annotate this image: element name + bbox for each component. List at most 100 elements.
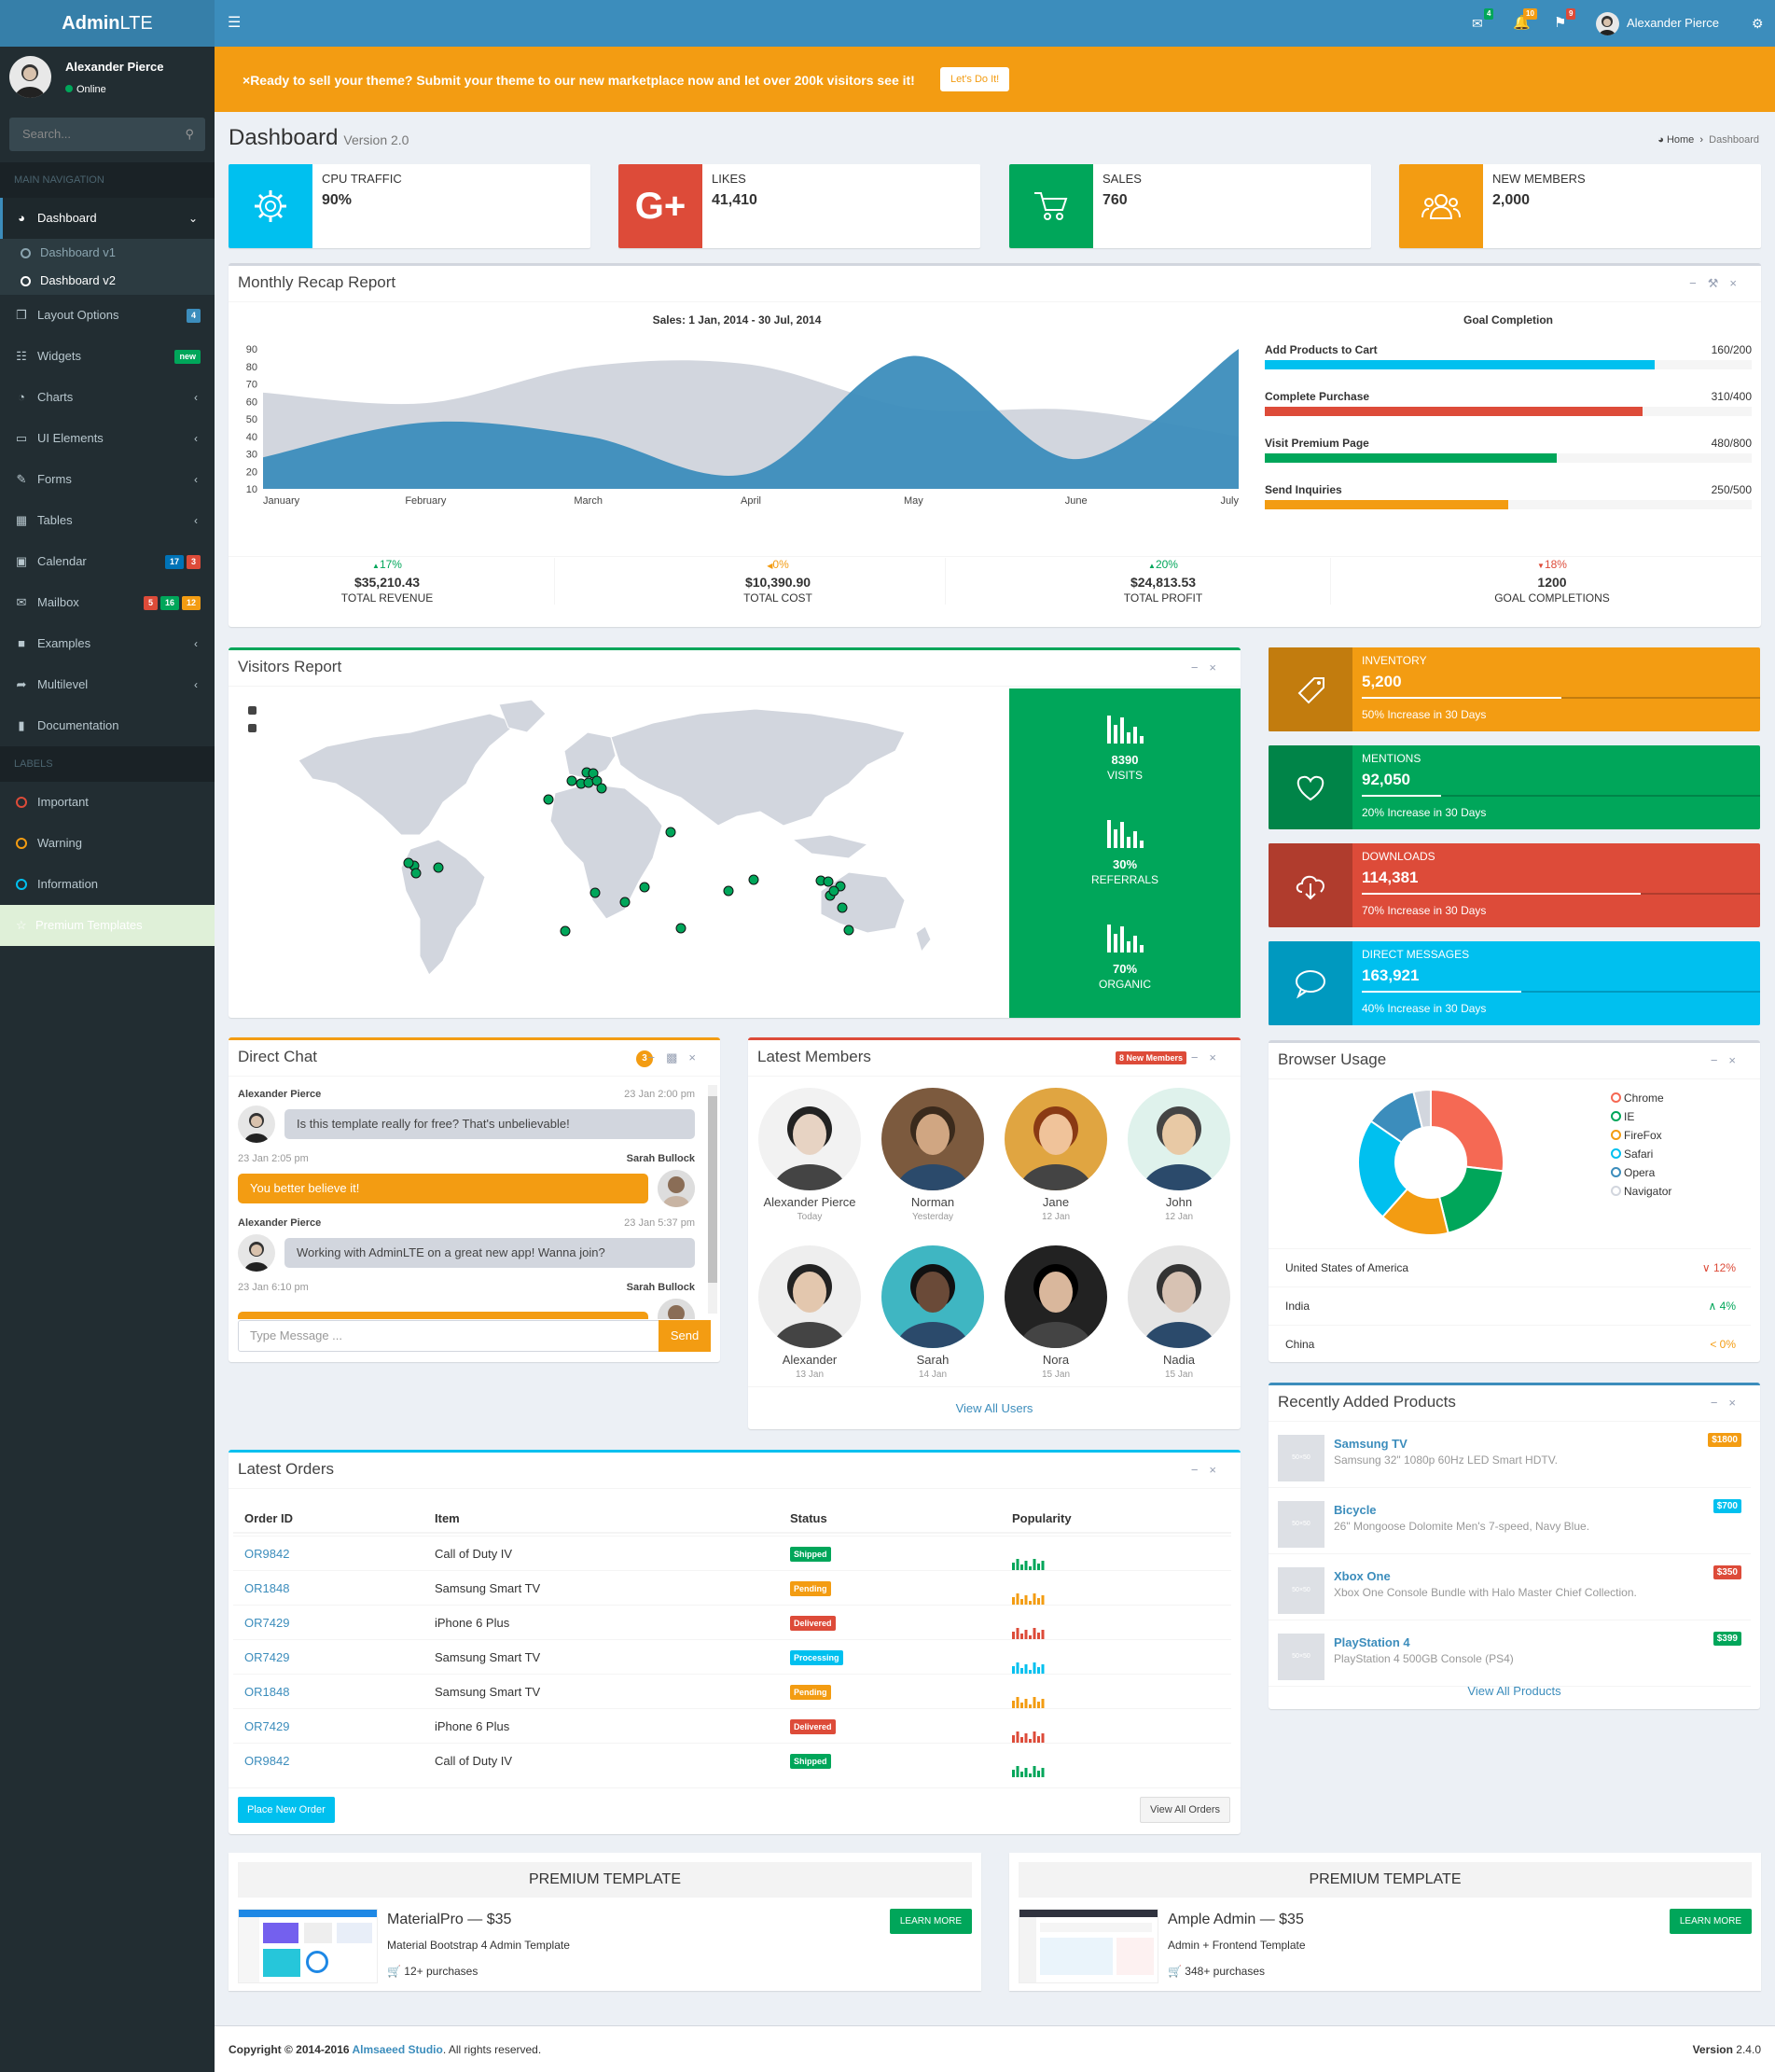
sidebar-item-mailbox[interactable]: ✉ Mailbox 5 16 12 (0, 582, 215, 623)
sidebar-label-warning[interactable]: Warning (0, 823, 215, 864)
map-marker[interactable] (566, 775, 577, 786)
country-row[interactable]: United States of America ∨ 12% (1269, 1248, 1751, 1286)
minus-icon[interactable]: − (1191, 1050, 1210, 1064)
chat-scrollbar[interactable] (708, 1085, 717, 1314)
sidebar-item-premium[interactable]: ☆ Premium Templates (0, 905, 215, 946)
close-icon[interactable]: × (1728, 1396, 1747, 1410)
order-id-link[interactable]: OR7429 (244, 1640, 289, 1675)
member-2[interactable]: Norman Yesterday (881, 1088, 984, 1222)
close-icon[interactable]: × (1209, 1050, 1227, 1064)
sidebar-search-input[interactable]: Search... ⚲ (9, 118, 205, 151)
map-marker[interactable] (639, 882, 650, 893)
map-marker[interactable] (665, 827, 676, 838)
map-marker[interactable] (828, 885, 839, 897)
user-menu-name[interactable]: Alexander Pierce (1627, 16, 1719, 30)
map-marker[interactable] (837, 902, 848, 913)
flag-icon[interactable]: ⚑ (1554, 0, 1566, 47)
member-7[interactable]: Nora 15 Jan (1005, 1245, 1107, 1380)
envelope-icon[interactable]: ✉ (1472, 0, 1483, 47)
member-3[interactable]: Jane 12 Jan (1005, 1088, 1107, 1222)
member-1[interactable]: Alexander Pierce Today (758, 1088, 861, 1222)
member-4[interactable]: John 12 Jan (1128, 1088, 1230, 1222)
donut-slice-ie[interactable] (1437, 1165, 1505, 1234)
minus-icon[interactable]: − (1711, 1396, 1729, 1410)
sidebar-item-tables[interactable]: ▦ Tables ‹ (0, 500, 215, 541)
map-marker[interactable] (543, 794, 554, 805)
close-icon[interactable]: × (1209, 661, 1227, 674)
map-marker[interactable] (583, 777, 594, 788)
map-marker[interactable] (560, 925, 571, 937)
map-marker[interactable] (596, 783, 607, 794)
gears-icon[interactable]: ⚙ (1752, 0, 1764, 47)
learn-more-button[interactable]: LEARN MORE (889, 1909, 972, 1934)
map-marker[interactable] (619, 897, 631, 908)
sidebar-item-dashboard-v2[interactable]: Dashboard v2 (0, 267, 215, 295)
place-new-order-button[interactable]: Place New Order (238, 1797, 335, 1823)
zoom-in-icon[interactable] (248, 706, 257, 715)
sidebar-item-examples[interactable]: ■ Examples ‹ (0, 623, 215, 664)
lets-do-it-button[interactable]: Let's Do It! (940, 67, 1010, 91)
order-id-link[interactable]: OR1848 (244, 1675, 289, 1709)
member-5[interactable]: Alexander 13 Jan (758, 1245, 861, 1380)
view-all-users-link[interactable]: View All Users (748, 1401, 1241, 1415)
member-6[interactable]: Sarah 14 Jan (881, 1245, 984, 1380)
map-marker[interactable] (675, 923, 686, 934)
list-item[interactable]: 50×50 PlayStation 4 PlayStation 4 500GB Co… (1269, 1620, 1751, 1687)
order-id-link[interactable]: OR1848 (244, 1571, 289, 1606)
studio-link[interactable]: Almsaeed Studio (352, 2043, 442, 2056)
minus-icon[interactable]: − (1689, 276, 1708, 290)
close-icon[interactable]: × (1728, 1053, 1747, 1067)
wrench-icon[interactable]: ⚒ (1708, 276, 1730, 290)
view-all-orders-button[interactable]: View All Orders (1140, 1797, 1230, 1823)
map-marker[interactable] (403, 857, 414, 869)
zoom-out-icon[interactable] (248, 724, 257, 732)
sidebar-label-information[interactable]: Information (0, 864, 215, 905)
sidebar-item-dashboard-v1[interactable]: Dashboard v1 (0, 239, 215, 267)
close-icon[interactable]: × (1209, 1463, 1227, 1477)
send-button[interactable]: Send (659, 1320, 711, 1352)
sidebar-item-calendar[interactable]: ▣ Calendar 17 3 (0, 541, 215, 582)
sidebar-item-charts[interactable]: ◔ Charts ‹ (0, 377, 215, 418)
close-icon[interactable]: × (1729, 276, 1748, 290)
map-marker[interactable] (433, 862, 444, 873)
sidebar-item-widgets[interactable]: ☷ Widgets new (0, 336, 215, 377)
learn-more-button[interactable]: LEARN MORE (1669, 1909, 1752, 1934)
breadcrumb-home[interactable]: Home (1667, 134, 1694, 146)
map-marker[interactable] (723, 885, 734, 897)
user-avatar[interactable] (1596, 12, 1619, 35)
logo[interactable]: AdminLTE (0, 0, 215, 47)
sidebar-item-documentation[interactable]: ▮ Documentation (0, 705, 215, 746)
map-marker[interactable] (589, 887, 601, 898)
map-marker[interactable] (843, 925, 854, 936)
sidebar-item-layout-options[interactable]: ❐ Layout Options 4 (0, 295, 215, 336)
country-row[interactable]: India ∧ 4% (1269, 1286, 1751, 1325)
list-item[interactable]: 50×50 Samsung TV Samsung 32" 1080p 60Hz LE… (1269, 1422, 1751, 1488)
country-row[interactable]: China < 0% (1269, 1325, 1751, 1363)
map-marker[interactable] (823, 876, 834, 887)
sidebar-item-ui-elements[interactable]: ▭ UI Elements ‹ (0, 418, 215, 459)
close-icon[interactable]: × (243, 73, 250, 88)
order-id-link[interactable]: OR7429 (244, 1606, 289, 1640)
list-item[interactable]: 50×50 Bicycle 26" Mongoose Dolomite Men's … (1269, 1488, 1751, 1554)
order-id-link[interactable]: OR7429 (244, 1709, 289, 1744)
chat-message-input[interactable]: Type Message ... (238, 1320, 659, 1352)
world-map[interactable] (289, 695, 942, 994)
bell-icon[interactable]: 🔔 (1513, 0, 1531, 47)
sidebar-toggle-icon[interactable]: ☰ (228, 0, 241, 47)
product-name[interactable]: Xbox One (1334, 1569, 1391, 1583)
search-icon[interactable]: ⚲ (185, 118, 194, 151)
minus-icon[interactable]: − (1191, 661, 1210, 674)
sidebar-item-multilevel[interactable]: ➦ Multilevel ‹ (0, 664, 215, 705)
minus-icon[interactable]: − (648, 1050, 667, 1064)
minus-icon[interactable]: − (1191, 1463, 1210, 1477)
member-8[interactable]: Nadia 15 Jan (1128, 1245, 1230, 1380)
sidebar-item-forms[interactable]: ✎ Forms ‹ (0, 459, 215, 500)
close-icon[interactable]: × (688, 1050, 707, 1064)
donut-slice-chrome[interactable] (1430, 1088, 1505, 1173)
sidebar-item-dashboard[interactable]: ◕ Dashboard ⌄ (0, 198, 215, 239)
sidebar-label-important[interactable]: Important (0, 782, 215, 823)
minus-icon[interactable]: − (1711, 1053, 1729, 1067)
map-marker[interactable] (410, 868, 422, 879)
comments-icon[interactable]: ▩ (666, 1050, 688, 1064)
map-marker[interactable] (748, 874, 759, 885)
